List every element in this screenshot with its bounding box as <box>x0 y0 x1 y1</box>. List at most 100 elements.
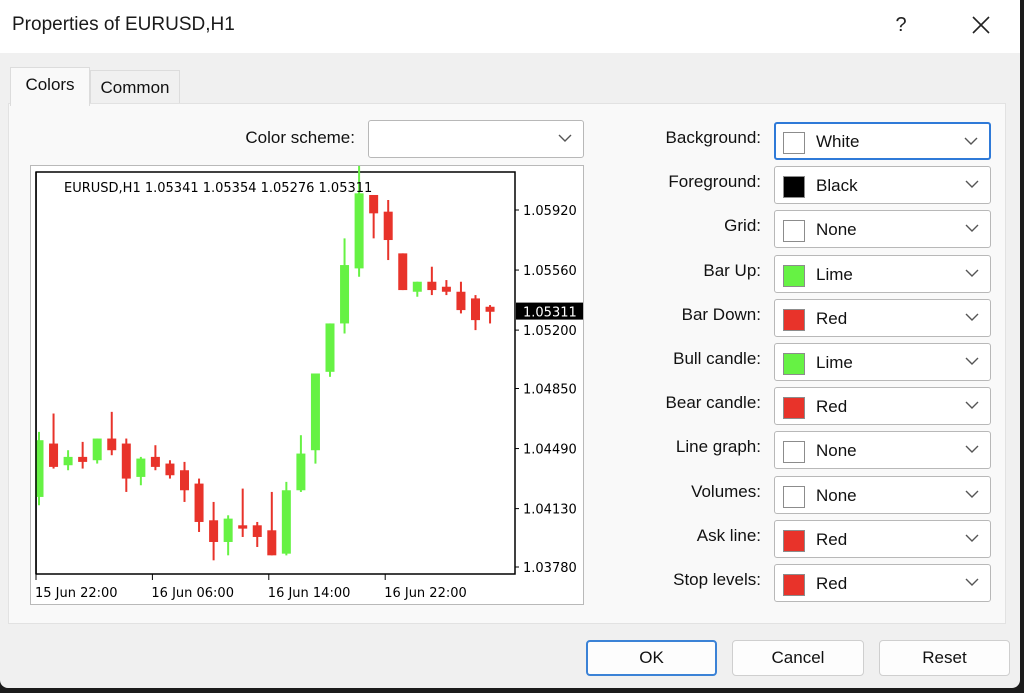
candle-body <box>325 323 335 372</box>
candle-body <box>121 443 131 479</box>
x-tick-label: 16 Jun 22:00 <box>384 586 467 601</box>
chevron-down-icon <box>965 490 979 498</box>
color-select-grid[interactable]: None <box>774 210 991 248</box>
candle-body <box>296 453 306 491</box>
close-icon <box>972 16 990 34</box>
color-value: None <box>816 486 857 505</box>
color-setting-label: Line graph: <box>675 437 761 456</box>
color-setting-label: Bar Down: <box>681 305 761 324</box>
tab-colors[interactable]: Colors <box>10 67 90 106</box>
candle-body <box>107 438 117 451</box>
color-select-bar-down[interactable]: Red <box>774 299 991 337</box>
color-value: Lime <box>816 265 853 284</box>
candle-body <box>485 306 495 312</box>
candle-body <box>471 298 480 321</box>
candle-body <box>383 211 393 241</box>
candle-body <box>180 470 189 491</box>
chevron-down-icon <box>558 134 572 142</box>
color-setting-label: Bull candle: <box>673 349 761 368</box>
color-setting-label: Ask line: <box>696 526 761 545</box>
color-value: Red <box>816 397 848 416</box>
candle-body <box>369 194 379 214</box>
color-swatch <box>783 397 805 419</box>
color-select-line-graph[interactable]: None <box>774 431 991 469</box>
candle-body <box>398 253 408 291</box>
color-swatch <box>783 530 805 552</box>
color-value: Red <box>816 574 848 593</box>
left-margin <box>31 166 36 604</box>
color-scheme-label: Color scheme: <box>245 128 355 147</box>
color-value: Lime <box>816 353 853 372</box>
candle-body <box>223 518 233 542</box>
color-swatch <box>783 265 805 287</box>
color-value: None <box>816 441 857 460</box>
color-swatch <box>783 176 805 198</box>
color-setting-label: Foreground: <box>668 172 761 191</box>
candle-body <box>456 291 466 311</box>
color-swatch <box>783 220 805 242</box>
candle-body <box>150 456 160 467</box>
title-bar: Properties of EURUSD,H1 ? <box>0 0 1020 53</box>
chevron-down-icon <box>965 313 979 321</box>
color-setting-label: Volumes: <box>691 482 761 501</box>
color-setting-label: Bear candle: <box>665 393 761 412</box>
color-scheme-select[interactable] <box>368 120 584 158</box>
candle-body <box>194 483 204 522</box>
candle-body <box>412 281 422 292</box>
x-tick-label: 16 Jun 06:00 <box>151 586 234 601</box>
color-setting-label: Bar Up: <box>703 261 761 280</box>
candle-body <box>136 458 146 477</box>
chevron-down-icon <box>964 137 978 145</box>
color-select-background[interactable]: White <box>774 122 991 160</box>
y-tick-label: 1.05560 <box>523 264 577 279</box>
color-swatch <box>783 441 805 463</box>
candle-body <box>267 530 277 556</box>
candle-body <box>281 490 291 554</box>
color-value: Black <box>816 176 858 195</box>
chevron-down-icon <box>965 401 979 409</box>
background-strip <box>0 688 1024 693</box>
y-tick-label: 1.03780 <box>523 561 577 576</box>
ok-button[interactable]: OK <box>586 640 717 676</box>
chevron-down-icon <box>965 269 979 277</box>
candle-body <box>209 520 219 542</box>
color-select-foreground[interactable]: Black <box>774 166 991 204</box>
reset-button[interactable]: Reset <box>879 640 1010 676</box>
x-tick-label: 15 Jun 22:00 <box>35 586 118 601</box>
candle-body <box>252 525 262 537</box>
color-setting-label: Grid: <box>724 216 761 235</box>
candle-body <box>310 373 320 451</box>
color-value: None <box>816 220 857 239</box>
candle-body <box>49 443 59 467</box>
color-swatch <box>783 309 805 331</box>
close-button[interactable] <box>966 10 996 40</box>
color-select-bear-candle[interactable]: Red <box>774 387 991 425</box>
color-select-bar-up[interactable]: Lime <box>774 255 991 293</box>
color-value: White <box>816 132 860 151</box>
x-tick-label: 16 Jun 14:00 <box>268 586 351 601</box>
color-select-ask-line[interactable]: Red <box>774 520 991 558</box>
chevron-down-icon <box>965 224 979 232</box>
y-tick-label: 1.04130 <box>523 503 577 518</box>
chart-preview: 1.05920 1.05560 1.05200 1.04850 1.04490 1.041… <box>30 163 588 605</box>
cancel-button[interactable]: Cancel <box>732 640 864 676</box>
color-setting-label: Stop levels: <box>673 570 761 589</box>
color-select-bull-candle[interactable]: Lime <box>774 343 991 381</box>
candle-body <box>340 265 350 324</box>
candle-body <box>441 286 451 292</box>
color-swatch <box>783 574 805 596</box>
chevron-down-icon <box>965 180 979 188</box>
candle-body <box>63 456 73 466</box>
current-price-label: 1.05311 <box>523 306 577 321</box>
candle-body <box>238 525 248 529</box>
color-select-volumes[interactable]: None <box>774 476 991 514</box>
candle-body <box>78 456 88 462</box>
tab-common[interactable]: Common <box>90 70 180 103</box>
help-button[interactable]: ? <box>888 10 914 40</box>
y-tick-label: 1.04850 <box>523 383 577 398</box>
color-select-stop-levels[interactable]: Red <box>774 564 991 602</box>
chevron-down-icon <box>965 445 979 453</box>
color-swatch <box>783 353 805 375</box>
candle-body <box>354 193 364 269</box>
properties-dialog: Properties of EURUSD,H1 ? Colors Common … <box>0 0 1020 688</box>
